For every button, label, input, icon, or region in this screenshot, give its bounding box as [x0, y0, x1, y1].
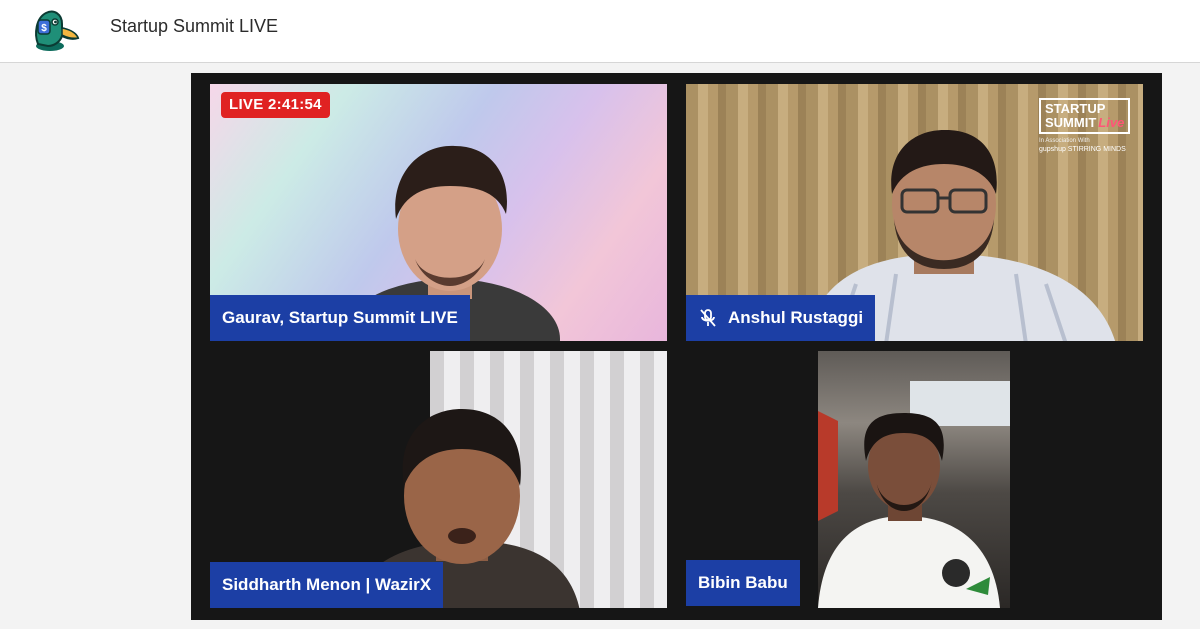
participant-name-label: Gaurav, Startup Summit LIVE: [222, 308, 458, 327]
participant-name-label: Siddharth Menon | WazirX: [222, 575, 432, 594]
video-stage: LIVE 2:41:54 Gaurav, Startup Summit LIVE…: [191, 73, 1162, 620]
brand-line1: STARTUP: [1045, 101, 1106, 116]
video-tile-bibin[interactable]: [818, 351, 1010, 608]
participant-name-tag: Siddharth Menon | WazirX: [210, 562, 444, 608]
participant-name-label: Bibin Babu: [698, 573, 788, 592]
participant-name-tag: Gaurav, Startup Summit LIVE: [210, 295, 470, 341]
startup-summit-brand: STARTUP SUMMIT Live In Association With g…: [1039, 98, 1141, 153]
svg-text:$: $: [41, 23, 47, 34]
brand-partners-label: gupshup STIRRING MINDS: [1039, 146, 1126, 153]
brand-association-label: In Association With: [1039, 138, 1090, 144]
mic-muted-icon: [700, 309, 716, 327]
participant-name-label: Anshul Rustaggi: [728, 308, 864, 327]
page-title: Startup Summit LIVE: [110, 16, 279, 36]
participant-video: [818, 381, 1010, 608]
brand-line2: SUMMIT: [1045, 115, 1097, 130]
brand-logo-box: STARTUP SUMMIT Live: [1039, 98, 1131, 134]
top-bar: $ Startup Summit LIVE: [0, 0, 1200, 63]
video-tile-gaurav[interactable]: LIVE 2:41:54 Gaurav, Startup Summit LIVE: [210, 84, 667, 341]
video-tile-anshul[interactable]: STARTUP SUMMIT Live In Association With g…: [686, 84, 1143, 341]
brand-live-label: Live: [1098, 115, 1125, 130]
participant-name-tag: Bibin Babu: [686, 560, 800, 606]
participant-name-tag: Anshul Rustaggi: [686, 295, 876, 341]
video-tile-siddharth[interactable]: Siddharth Menon | WazirX: [210, 351, 667, 608]
live-timer-badge: LIVE 2:41:54: [221, 92, 330, 118]
duck-logo-icon[interactable]: $: [28, 6, 80, 52]
